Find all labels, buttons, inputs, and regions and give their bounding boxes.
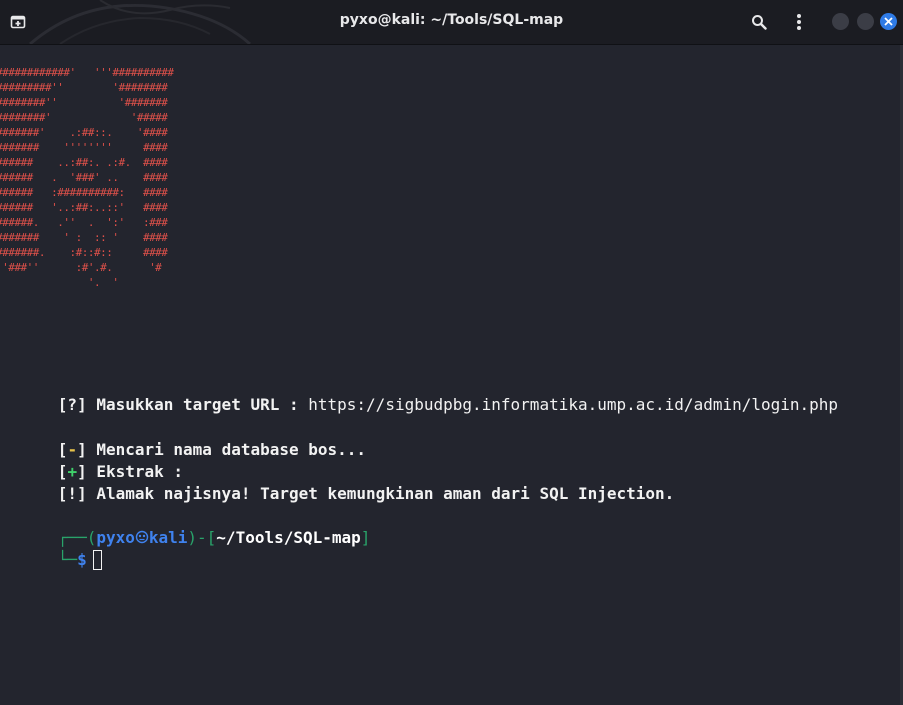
prompt-corner-bottom: └─	[57, 550, 78, 569]
prompt-user: pyxo	[96, 528, 135, 547]
prompt-host: kali	[148, 528, 188, 547]
terminal-cursor[interactable]	[92, 550, 102, 570]
ascii-art-banner: ############' '''########## #########'' …	[0, 66, 174, 289]
title-bar: pyxo@kali: ~/Tools/SQL-map	[0, 0, 903, 45]
prompt-path: ~/Tools/SQL-map	[216, 528, 361, 547]
minimize-button[interactable]	[832, 13, 849, 30]
result-text: Alamak najisnya! Target kemungkinan aman…	[96, 484, 675, 503]
close-button[interactable]	[880, 13, 897, 30]
close-icon	[884, 17, 893, 26]
prompt-separator: )-[	[187, 528, 217, 547]
target-url-label: Masukkan target URL :	[96, 395, 309, 414]
terminal-window: pyxo@kali: ~/Tools/SQL-map ############'	[0, 0, 903, 705]
prompt-symbol: $	[77, 550, 87, 569]
exclamation-prefix: [!]	[57, 484, 97, 503]
prompt-input-line[interactable]: └─$	[0, 530, 102, 590]
prompt-bracket-end: ]	[360, 528, 371, 547]
kebab-menu-icon[interactable]	[788, 11, 810, 33]
kali-skull-icon	[135, 530, 149, 544]
target-url-value: https://sigbudpbg.informatika.ump.ac.id/…	[308, 395, 839, 414]
terminal-body[interactable]: ############' '''########## #########'' …	[0, 45, 903, 705]
search-icon[interactable]	[748, 11, 770, 33]
question-prefix: [?]	[57, 395, 97, 414]
maximize-button[interactable]	[857, 13, 874, 30]
